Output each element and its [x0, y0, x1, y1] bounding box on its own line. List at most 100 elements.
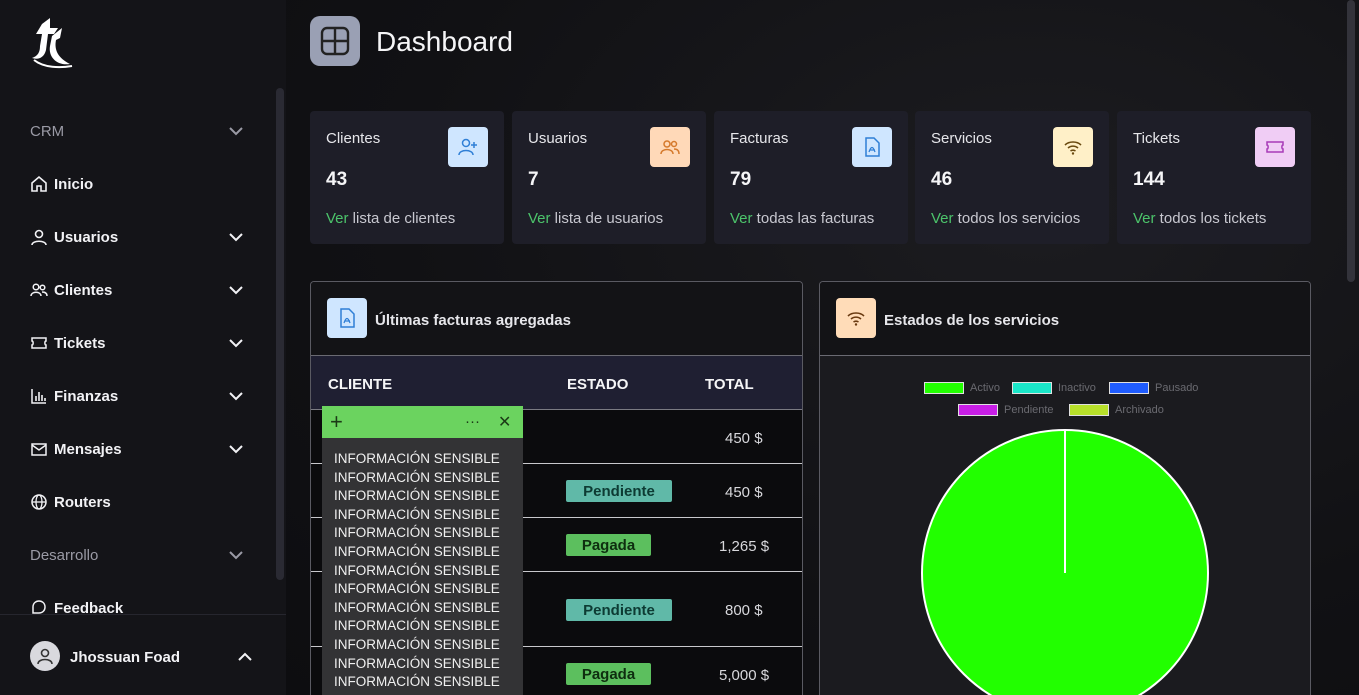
nav-item-usuarios-label: Usuarios	[54, 228, 119, 246]
invoices-panel-title: Últimas facturas agregadas	[375, 312, 571, 329]
nav-item-mensajes[interactable]: Mensajes	[30, 435, 250, 463]
status-badge: Pendiente	[566, 480, 672, 502]
status-badge: Pagada	[566, 534, 651, 556]
stat-link-text: todos los servicios	[953, 210, 1081, 227]
chevron-down-icon	[229, 339, 243, 348]
users-icon	[650, 127, 690, 167]
nav-item-finanzas[interactable]: Finanzas	[30, 382, 250, 410]
note-line: INFORMACIÓN SENSIBLE	[334, 543, 500, 559]
brand-logo[interactable]	[28, 14, 76, 70]
note-line: INFORMACIÓN SENSIBLE	[334, 562, 500, 578]
sidebar-scrollbar[interactable]	[276, 88, 284, 580]
stat-link-facturas[interactable]: Ver todas las facturas	[730, 210, 874, 227]
pie-chart	[921, 429, 1209, 695]
stat-value: 43	[326, 169, 348, 190]
legend-swatch	[1012, 382, 1052, 394]
stat-title: Usuarios	[528, 130, 588, 147]
legend-swatch	[1069, 404, 1109, 416]
home-icon	[30, 175, 48, 193]
nav-section-desarrollo-label: Desarrollo	[30, 546, 99, 564]
chevron-down-icon	[229, 392, 243, 401]
legend-item-archivado[interactable]: Archivado	[1069, 404, 1164, 416]
stat-value: 7	[528, 169, 539, 190]
bar-chart-icon	[30, 387, 48, 405]
legend-item-inactivo[interactable]: Inactivo	[1012, 382, 1096, 394]
stat-link-tickets[interactable]: Ver todos los tickets	[1133, 210, 1266, 227]
stat-link-text: lista de usuarios	[550, 210, 664, 227]
legend-item-activo[interactable]: Activo	[924, 382, 1000, 394]
nav-item-clientes[interactable]: Clientes	[30, 276, 250, 304]
globe-icon	[30, 493, 48, 511]
stat-card-usuarios: Usuarios 7 Ver lista de usuarios	[512, 111, 706, 244]
main-scrollbar[interactable]	[1347, 0, 1355, 282]
row-total: 5,000 $	[719, 667, 770, 684]
column-header-cliente[interactable]: CLIENTE	[328, 376, 392, 393]
user-menu[interactable]: Jhossuan Foad	[0, 614, 286, 695]
dashboard-icon	[310, 16, 360, 66]
legend-swatch	[958, 404, 998, 416]
nav-section-crm-label: CRM	[30, 122, 65, 140]
legend-label: Activo	[970, 382, 1000, 394]
stat-link-text: todos los tickets	[1155, 210, 1267, 227]
wifi-icon	[1053, 127, 1093, 167]
stat-link-text: todas las facturas	[752, 210, 875, 227]
stat-link-servicios[interactable]: Ver todos los servicios	[931, 210, 1080, 227]
page-title: Dashboard	[376, 26, 513, 57]
stat-title: Facturas	[730, 130, 789, 147]
row-total: 450 $	[725, 430, 763, 447]
stat-card-tickets: Tickets 144 Ver todos los tickets	[1117, 111, 1311, 244]
legend-label: Pendiente	[1004, 404, 1054, 416]
note-line: INFORMACIÓN SENSIBLE	[334, 506, 500, 522]
stat-link-ver[interactable]: Ver	[528, 210, 551, 227]
chevron-down-icon	[229, 127, 243, 136]
wifi-icon	[836, 298, 876, 338]
chevron-down-icon	[229, 286, 243, 295]
row-total: 800 $	[725, 602, 763, 619]
sticky-note-text[interactable]: INFORMACIÓN SENSIBLE INFORMACIÓN SENSIBL…	[334, 450, 500, 692]
note-line: INFORMACIÓN SENSIBLE	[334, 525, 500, 541]
legend-swatch	[924, 382, 964, 394]
nav-item-routers-label: Routers	[54, 493, 111, 511]
user-avatar-icon	[37, 648, 53, 665]
nav-item-tickets-label: Tickets	[54, 334, 106, 352]
nav-item-mensajes-label: Mensajes	[54, 440, 122, 458]
legend-item-pendiente[interactable]: Pendiente	[958, 404, 1054, 416]
sticky-note-window[interactable]: + ··· ✕ INFORMACIÓN SENSIBLE INFORMACIÓN…	[322, 406, 523, 695]
avatar[interactable]	[30, 641, 60, 671]
stat-card-facturas: Facturas 79 Ver todas las facturas	[714, 111, 908, 244]
sticky-note-toolbar: + ··· ✕	[322, 406, 523, 438]
legend-item-pausado[interactable]: Pausado	[1109, 382, 1198, 394]
nav-section-desarrollo[interactable]: Desarrollo	[30, 541, 250, 569]
stat-link-ver[interactable]: Ver	[1133, 210, 1156, 227]
stat-link-usuarios[interactable]: Ver lista de usuarios	[528, 210, 663, 227]
legend-label: Archivado	[1115, 404, 1164, 416]
column-header-total[interactable]: TOTAL	[705, 376, 754, 393]
nav-item-tickets[interactable]: Tickets	[30, 329, 250, 357]
add-note-button[interactable]: +	[330, 409, 343, 435]
note-line: INFORMACIÓN SENSIBLE	[334, 581, 500, 597]
stat-link-text: lista de clientes	[348, 210, 456, 227]
stat-value: 79	[730, 169, 752, 190]
stat-link-ver[interactable]: Ver	[931, 210, 954, 227]
column-header-estado[interactable]: ESTADO	[567, 376, 628, 393]
nav-item-finanzas-label: Finanzas	[54, 387, 119, 405]
stat-link-clientes[interactable]: Ver lista de clientes	[326, 210, 455, 227]
nav-section-crm[interactable]: CRM	[30, 117, 250, 145]
user-name: Jhossuan Foad	[70, 649, 181, 666]
nav-item-routers[interactable]: Routers	[30, 488, 250, 516]
nav-item-clientes-label: Clientes	[54, 281, 113, 299]
close-note-button[interactable]: ✕	[498, 412, 511, 432]
stat-title: Tickets	[1133, 130, 1180, 147]
stat-link-ver[interactable]: Ver	[730, 210, 753, 227]
more-options-button[interactable]: ···	[465, 413, 480, 430]
nav-item-inicio[interactable]: Inicio	[30, 170, 250, 198]
nav-item-usuarios[interactable]: Usuarios	[30, 223, 250, 251]
user-plus-icon	[448, 127, 488, 167]
pdf-file-icon	[852, 127, 892, 167]
stat-link-ver[interactable]: Ver	[326, 210, 349, 227]
services-panel-title: Estados de los servicios	[884, 312, 1060, 329]
legend-swatch	[1109, 382, 1149, 394]
chevron-up-icon[interactable]	[237, 649, 253, 665]
invoices-table-header: CLIENTE ESTADO TOTAL	[311, 356, 802, 410]
stat-title: Servicios	[931, 130, 992, 147]
